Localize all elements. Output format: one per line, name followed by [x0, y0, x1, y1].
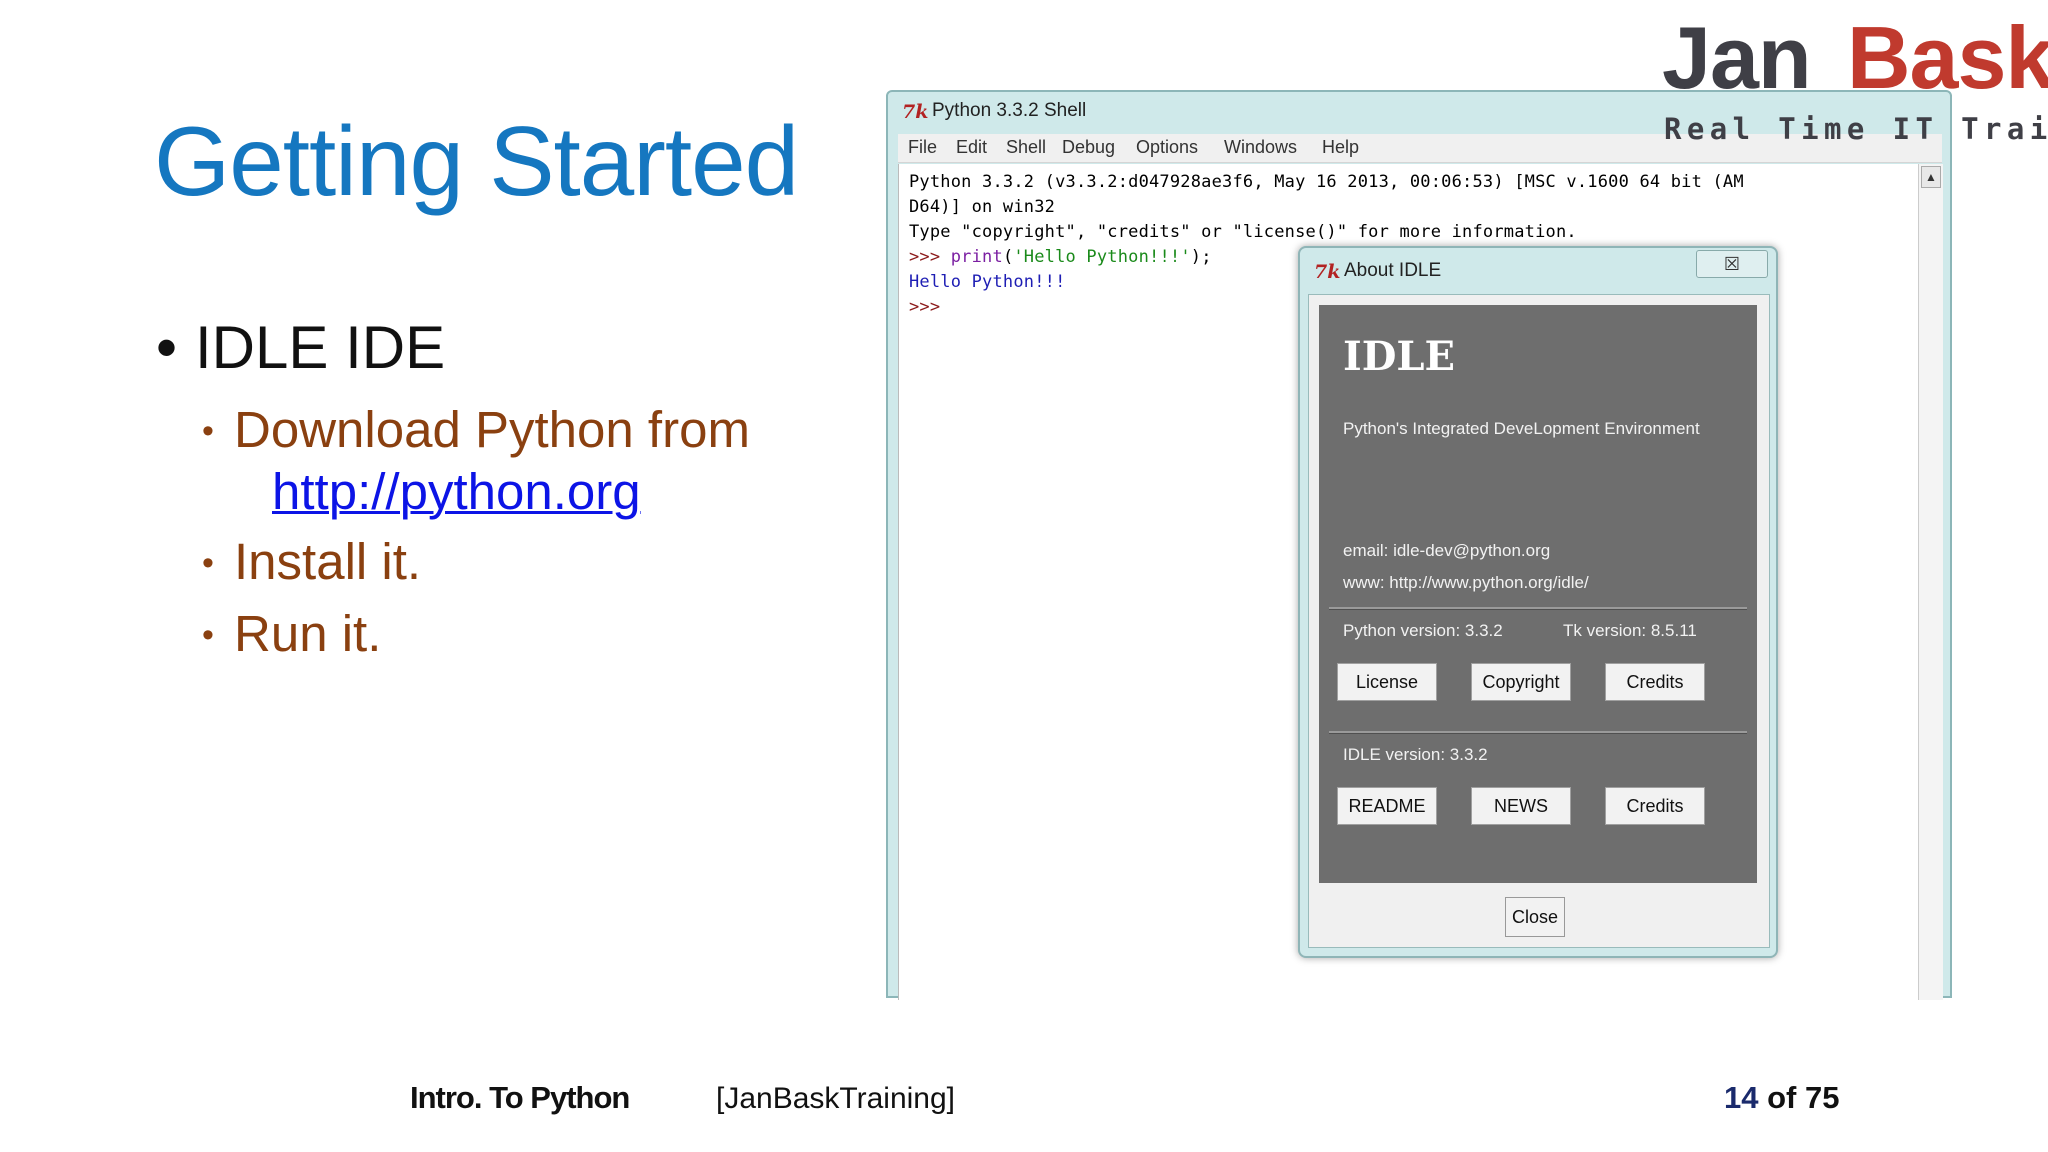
idle-heading: IDLE: [1343, 333, 1456, 380]
about-body: IDLE Python's Integrated DeveLopment Env…: [1308, 294, 1770, 948]
copyright-button[interactable]: Copyright: [1471, 663, 1571, 701]
news-button[interactable]: NEWS: [1471, 787, 1571, 825]
menu-file[interactable]: File: [908, 137, 937, 158]
readme-button[interactable]: README: [1337, 787, 1437, 825]
credits-button[interactable]: Credits: [1605, 663, 1705, 701]
idle-subtitle: Python's Integrated DeveLopment Environm…: [1343, 419, 1700, 438]
shell-line-banner: Python 3.3.2 (v3.3.2:d047928ae3f6, May 1…: [909, 172, 1744, 192]
sub-bullet-run-text: Run it.: [234, 605, 382, 662]
bullet-dot: •: [156, 314, 178, 381]
about-close-x-button[interactable]: ☒: [1696, 250, 1768, 278]
page-current: 14: [1724, 1080, 1759, 1115]
menu-windows[interactable]: Windows: [1224, 137, 1297, 158]
tk-version: Tk version: 8.5.11: [1563, 621, 1697, 640]
shell-line-info: Type "copyright", "credits" or "license(…: [909, 222, 1577, 242]
idle-version: IDLE version: 3.3.2: [1343, 745, 1488, 764]
sub-bullet-dot: •: [202, 544, 214, 582]
idle-email: email: idle-dev@python.org: [1343, 541, 1551, 560]
shell-line-output: Hello Python!!!: [909, 272, 1066, 292]
logo-bask: Bask: [1847, 8, 2048, 107]
menu-edit[interactable]: Edit: [956, 137, 987, 158]
sub-bullet-download: • Download Python from: [202, 401, 750, 458]
divider: [1329, 607, 1747, 610]
tk-feather-icon: 7k: [902, 101, 929, 123]
about-idle-dialog: 7k About IDLE ☒ IDLE Python's Integrated…: [1298, 246, 1778, 958]
bullet-idle-ide: • IDLE IDE: [156, 318, 445, 378]
footer-brand: [JanBaskTraining]: [716, 1082, 956, 1115]
logo-tagline: Real Time IT Training: [1664, 112, 2048, 146]
code-keyword: print: [950, 247, 1003, 267]
shell-line-command: >>> print('Hello Python!!!');: [909, 247, 1212, 267]
bullet-text: IDLE IDE: [195, 314, 446, 381]
code-paren-close: );: [1190, 247, 1212, 267]
slide-title: Getting Started: [154, 106, 799, 216]
sub-bullet-dot: •: [202, 412, 214, 450]
python-org-link[interactable]: http://python.org: [272, 466, 641, 517]
shell-line-platform: D64)] on win32: [909, 197, 1056, 217]
page-number: 14 of 75: [1724, 1080, 1839, 1116]
python-version: Python version: 3.3.2: [1343, 621, 1503, 640]
sub-bullet-install: • Install it.: [202, 533, 422, 590]
shell-title: Python 3.3.2 Shell: [932, 100, 1087, 121]
scroll-up-arrow-icon[interactable]: ▲: [1921, 166, 1941, 188]
sub-bullet-download-text: Download Python from: [234, 401, 750, 458]
menu-options[interactable]: Options: [1136, 137, 1198, 158]
close-button[interactable]: Close: [1505, 897, 1565, 937]
idle-www: www: http://www.python.org/idle/: [1343, 573, 1589, 592]
tk-feather-icon: 7k: [1314, 261, 1341, 283]
menu-shell[interactable]: Shell: [1006, 137, 1046, 158]
about-info-panel: IDLE Python's Integrated DeveLopment Env…: [1319, 305, 1757, 883]
divider: [1329, 731, 1747, 734]
menu-help[interactable]: Help: [1322, 137, 1359, 158]
code-string: 'Hello Python!!!': [1013, 247, 1191, 267]
sub-bullet-install-text: Install it.: [234, 533, 422, 590]
shell-line-prompt: >>>: [909, 297, 941, 317]
code-paren: (: [1002, 247, 1014, 267]
license-button[interactable]: License: [1337, 663, 1437, 701]
idle-credits-button[interactable]: Credits: [1605, 787, 1705, 825]
sub-bullet-run: • Run it.: [202, 605, 382, 662]
shell-prompt: >>>: [909, 247, 951, 267]
about-dialog-title: About IDLE: [1344, 260, 1442, 281]
page-total: of 75: [1758, 1080, 1840, 1115]
menu-debug[interactable]: Debug: [1062, 137, 1115, 158]
shell-scrollbar[interactable]: ▲: [1918, 164, 1943, 1000]
sub-bullet-dot: •: [202, 616, 214, 654]
logo-jan: Jan: [1662, 8, 1812, 107]
footer-course-title: Intro. To Python: [410, 1080, 630, 1115]
